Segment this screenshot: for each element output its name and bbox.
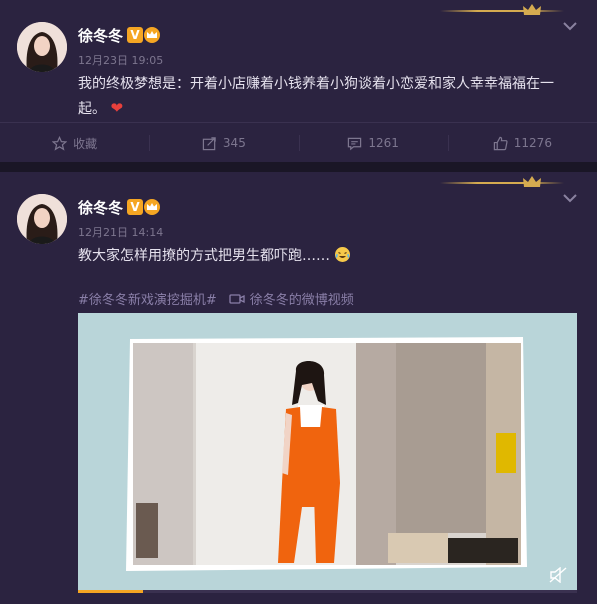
video-camera-icon	[229, 293, 245, 304]
username[interactable]: 徐冬冬	[78, 25, 123, 46]
video-link[interactable]: 徐冬冬的微博视频	[229, 289, 354, 308]
comment-button[interactable]: 1261	[298, 123, 448, 163]
post-text-body: 我的终极梦想是：开着小店赚着小钱养着小狗谈着小恋爱和家人幸幸福福在一起。	[78, 76, 554, 117]
star-icon	[52, 135, 68, 151]
video-link-label: 徐冬冬的微博视频	[249, 293, 354, 308]
post-text: 我的终极梦想是：开着小店赚着小钱养着小狗谈着小恋爱和家人幸幸福福在一起。 ❤	[78, 72, 568, 121]
crown-badge-icon	[144, 27, 160, 43]
action-bar: 收藏 345 1261 11276	[0, 122, 597, 163]
video-progress-fill	[78, 590, 143, 593]
verified-badge-icon: V	[127, 27, 143, 43]
topic-link[interactable]: #徐冬冬新戏演挖掘机#	[78, 289, 217, 308]
post-text-body: 教大家怎样用撩的方式把男生都吓跑……	[78, 248, 330, 264]
post-text: 教大家怎样用撩的方式把男生都吓跑……	[78, 244, 568, 268]
chevron-down-icon[interactable]	[562, 193, 578, 203]
heart-emoji-icon: ❤	[110, 99, 124, 117]
chevron-down-icon[interactable]	[562, 21, 578, 31]
crown-badge-icon	[144, 199, 160, 215]
favorite-button[interactable]: 收藏	[0, 123, 149, 163]
video-progress-bar[interactable]	[78, 590, 577, 593]
video-frame-image	[78, 313, 577, 593]
decorative-gold-line	[440, 182, 564, 184]
thumbs-up-icon	[493, 136, 508, 150]
mute-icon[interactable]	[549, 567, 567, 583]
post-timestamp[interactable]: 12月21日 14:14	[78, 224, 163, 240]
crown-icon	[523, 4, 541, 15]
repost-button[interactable]: 345	[149, 123, 298, 163]
topic-row: #徐冬冬新戏演挖掘机# 徐冬冬的微博视频	[78, 289, 354, 308]
weibo-post: 徐冬冬 V 12月23日 19:05 我的终极梦想是：开着小店赚着小钱养着小狗谈…	[0, 0, 597, 162]
comment-count: 1261	[368, 136, 399, 150]
username[interactable]: 徐冬冬	[78, 197, 123, 218]
avatar[interactable]	[17, 22, 67, 72]
crown-icon	[523, 176, 541, 187]
video-player[interactable]	[78, 313, 577, 593]
repost-icon	[202, 136, 216, 150]
decorative-gold-line	[440, 10, 564, 12]
weibo-post: 徐冬冬 V 12月21日 14:14 教大家怎样用撩的方式把男生都吓跑…… #徐…	[0, 172, 597, 604]
avatar[interactable]	[17, 194, 67, 244]
verified-badge-icon: V	[127, 199, 143, 215]
comment-icon	[348, 137, 362, 150]
like-count: 11276	[513, 136, 552, 150]
repost-count: 345	[222, 136, 246, 150]
favorite-label: 收藏	[73, 136, 98, 151]
laughing-crying-emoji-icon	[335, 247, 351, 262]
like-button[interactable]: 11276	[447, 123, 597, 163]
post-timestamp[interactable]: 12月23日 19:05	[78, 52, 163, 68]
